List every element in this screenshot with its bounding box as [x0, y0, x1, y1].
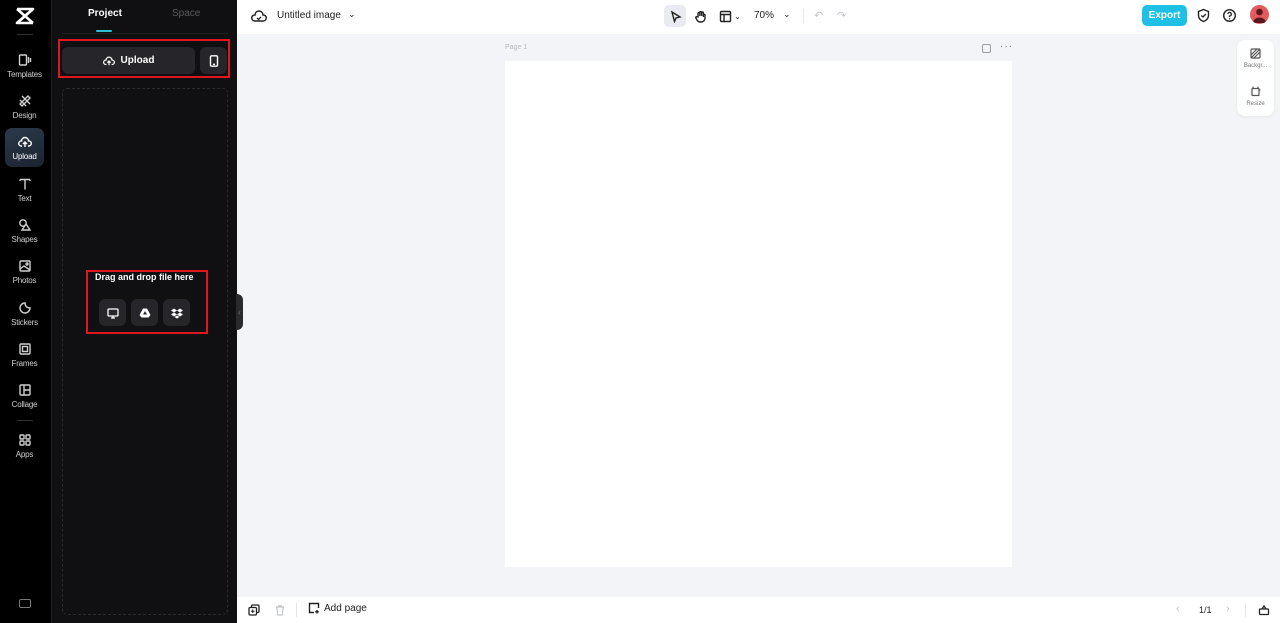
photos-icon [18, 259, 31, 272]
add-page-label: Add page [324, 602, 367, 614]
divider [1245, 603, 1246, 617]
rail-item-label: Templates [7, 69, 42, 79]
rail-item-templates[interactable]: Templates [5, 46, 44, 85]
background-button[interactable]: Backgr... [1237, 48, 1274, 69]
upload-panel: Project Space Upload Drag and drop file … [51, 0, 237, 623]
export-button[interactable]: Export [1142, 5, 1187, 26]
upload-button-label: Upload [120, 55, 155, 66]
bottom-bar: Add page ‹ 1/1 › [237, 597, 1280, 623]
user-icon [1253, 8, 1266, 23]
resize-label: Resize [1246, 101, 1265, 107]
duplicate-page-icon[interactable] [982, 44, 991, 53]
hand-icon [694, 10, 706, 23]
document-title[interactable]: Untitled image [277, 10, 341, 21]
zoom-level[interactable]: 70% [754, 10, 774, 21]
rail-item-label: Photos [12, 275, 37, 285]
divider [803, 9, 804, 23]
rail-item-label: Shapes [11, 234, 38, 244]
rail-item-apps[interactable]: Apps [5, 426, 44, 465]
layout-tool-button[interactable]: ⌄ [717, 5, 743, 27]
stickers-icon [18, 301, 31, 314]
tab-project[interactable]: Project [88, 8, 122, 19]
previous-page-icon[interactable]: ‹ [1176, 603, 1180, 615]
canvas-side-toolbar: Backgr... Resize [1237, 40, 1274, 116]
rail-item-label: Stickers [11, 317, 38, 327]
collapse-panel-handle[interactable]: ‹ [236, 294, 243, 330]
upload-from-computer-button[interactable] [99, 299, 126, 326]
cloud-sync-icon[interactable] [251, 8, 267, 24]
rail-item-text[interactable]: Text [5, 170, 44, 209]
upload-icon [17, 136, 32, 147]
undo-icon[interactable]: ↶ [814, 9, 823, 22]
google-drive-icon [139, 308, 150, 317]
background-icon [1250, 48, 1261, 59]
dropzone[interactable] [62, 88, 228, 615]
cursor-icon [670, 9, 682, 23]
upload-from-dropbox-button[interactable] [163, 299, 190, 326]
select-tool-button[interactable] [664, 5, 686, 27]
next-page-icon[interactable]: › [1226, 603, 1230, 615]
upload-button[interactable]: Upload [62, 47, 195, 74]
left-rail: Templates Design Upload Text Shapes Phot… [0, 0, 51, 623]
dropzone-text: Drag and drop file here [95, 272, 194, 282]
page-count: 1/1 [1199, 605, 1212, 615]
chevron-down-icon[interactable]: ⌄ [783, 9, 791, 20]
app: Templates Design Upload Text Shapes Phot… [0, 0, 1280, 623]
add-page-icon [308, 602, 320, 614]
resize-button[interactable]: Resize [1237, 86, 1274, 107]
rail-item-label: Collage [11, 399, 38, 409]
fit-page-icon[interactable] [1258, 604, 1270, 616]
add-page-button[interactable]: Add page [308, 602, 367, 614]
chevron-down-icon: ⌄ [734, 11, 741, 21]
rail-item-label: Text [17, 193, 32, 203]
frames-icon [18, 342, 31, 355]
background-label: Backgr... [1243, 63, 1268, 69]
rail-item-label: Frames [11, 358, 38, 368]
tab-space[interactable]: Space [172, 8, 200, 19]
capcut-logo-icon[interactable] [14, 6, 36, 26]
upload-cloud-icon [102, 56, 115, 65]
more-options-icon[interactable]: ··· [1000, 41, 1013, 52]
collage-icon [18, 383, 31, 396]
top-bar: Untitled image ⌄ ⌄ 70% ⌄ ↶ ↷ Export [237, 0, 1280, 34]
chevron-down-icon[interactable]: ⌄ [348, 9, 356, 20]
redo-icon[interactable]: ↷ [837, 9, 846, 22]
rail-item-label: Upload [12, 151, 37, 161]
upload-from-phone-button[interactable] [200, 47, 227, 74]
templates-icon [18, 53, 31, 66]
divider [17, 34, 33, 35]
rail-item-stickers[interactable]: Stickers [5, 294, 44, 333]
active-tab-indicator [96, 30, 112, 32]
text-icon [18, 178, 31, 189]
keyboard-shortcuts-icon[interactable] [19, 599, 31, 608]
page-label: Page 1 [505, 44, 528, 51]
divider [17, 420, 33, 421]
layout-icon [719, 10, 732, 22]
computer-icon [106, 307, 119, 319]
rail-item-label: Design [12, 110, 37, 120]
panel-tabs: Project Space [62, 0, 228, 34]
rail-item-label: Apps [15, 449, 34, 459]
upload-from-google-drive-button[interactable] [131, 299, 158, 326]
hand-tool-button[interactable] [690, 5, 710, 27]
rail-item-design[interactable]: Design [5, 87, 44, 126]
rail-item-photos[interactable]: Photos [5, 252, 44, 291]
design-icon [18, 94, 31, 107]
shield-icon[interactable] [1196, 8, 1211, 23]
rail-item-shapes[interactable]: Shapes [5, 211, 44, 250]
phone-icon [209, 54, 218, 67]
rail-item-frames[interactable]: Frames [5, 335, 44, 374]
rail-item-upload[interactable]: Upload [5, 128, 44, 167]
dropbox-icon [170, 308, 183, 318]
help-icon[interactable] [1222, 8, 1237, 23]
duplicate-page-icon[interactable] [248, 604, 260, 616]
shapes-icon [18, 218, 31, 231]
divider [296, 603, 297, 617]
delete-page-icon[interactable] [274, 604, 286, 616]
avatar[interactable] [1250, 5, 1269, 24]
resize-icon [1251, 86, 1261, 97]
canvas-page[interactable] [505, 61, 1012, 567]
rail-item-collage[interactable]: Collage [5, 376, 44, 415]
apps-icon [18, 433, 31, 446]
